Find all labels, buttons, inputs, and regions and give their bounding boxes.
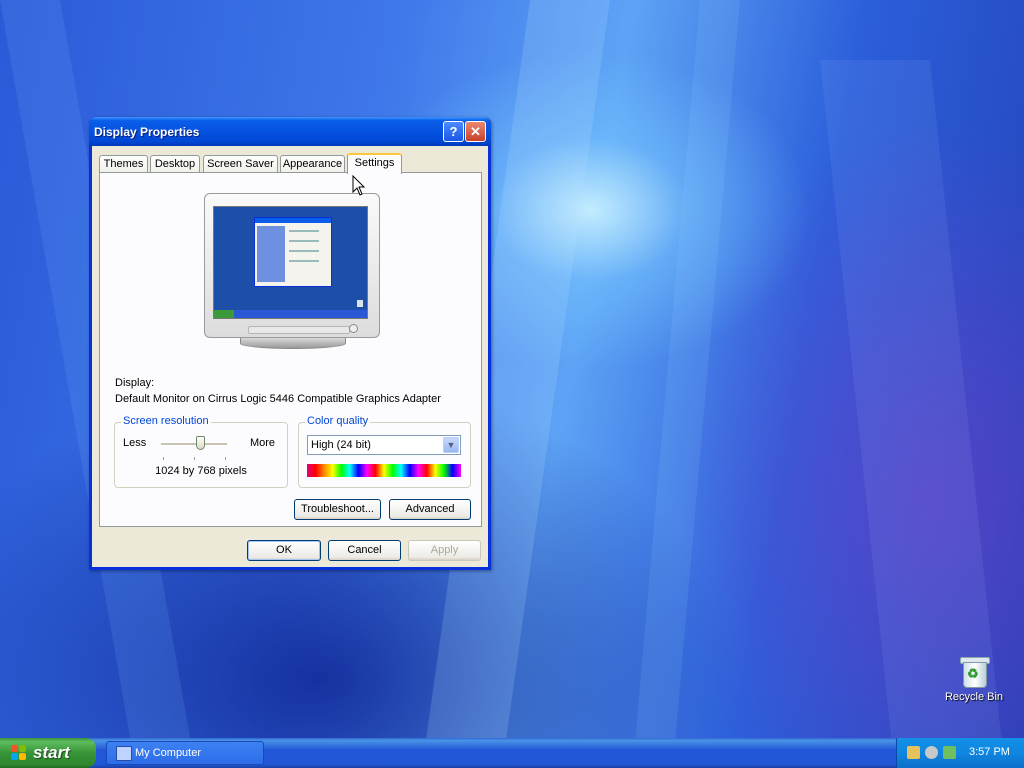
cancel-button[interactable]: Cancel xyxy=(328,540,401,561)
taskbar: start My Computer 3:57 PM xyxy=(0,738,1024,768)
color-quality-value: High (24 bit) xyxy=(311,439,371,451)
color-quality-select[interactable]: High (24 bit) ▼ xyxy=(307,435,461,455)
settings-panel: Display: Default Monitor on Cirrus Logic… xyxy=(99,172,482,527)
window-title: Display Properties xyxy=(94,125,200,139)
wallpaper-streak xyxy=(820,60,1004,738)
apply-button: Apply xyxy=(408,540,481,561)
window-titlebar[interactable]: Display Properties ? ✕ xyxy=(89,117,491,146)
tab-screen-saver[interactable]: Screen Saver xyxy=(203,155,278,173)
chevron-down-icon[interactable]: ▼ xyxy=(443,437,459,453)
system-tray: 3:57 PM xyxy=(896,738,1024,768)
resolution-value: 1024 by 768 pixels xyxy=(155,465,247,477)
tab-settings[interactable]: Settings xyxy=(347,153,402,174)
color-quality-title: Color quality xyxy=(305,415,371,427)
resolution-slider-thumb[interactable] xyxy=(195,436,205,450)
resolution-more-label: More xyxy=(249,437,275,449)
tray-volume-icon[interactable] xyxy=(925,746,938,759)
advanced-button[interactable]: Advanced xyxy=(389,499,471,520)
taskbar-clock[interactable]: 3:57 PM xyxy=(969,746,1010,758)
wallpaper-streak xyxy=(635,0,740,738)
taskbar-item-label: My Computer xyxy=(135,747,202,759)
troubleshoot-button[interactable]: Troubleshoot... xyxy=(294,499,381,520)
recycle-bin-icon: ♻ xyxy=(960,655,990,688)
ok-button[interactable]: OK xyxy=(247,540,321,561)
display-properties-window: Display Properties ? ✕ Themes Desktop Sc… xyxy=(89,117,491,570)
tab-appearance[interactable]: Appearance xyxy=(280,155,345,173)
color-spectrum-preview xyxy=(307,464,461,477)
resolution-less-label: Less xyxy=(123,437,147,449)
screen-resolution-group: Screen resolution Less More 1024 by 768 … xyxy=(114,415,288,488)
windows-flag-icon xyxy=(11,745,28,761)
recycle-bin-label: Recycle Bin xyxy=(944,691,1004,703)
close-icon[interactable]: ✕ xyxy=(465,121,486,142)
start-button[interactable]: start xyxy=(0,738,96,768)
taskbar-item-my-computer[interactable]: My Computer xyxy=(106,741,264,765)
start-label: start xyxy=(33,743,70,762)
color-quality-group: Color quality High (24 bit) ▼ xyxy=(298,415,471,488)
tab-desktop[interactable]: Desktop xyxy=(150,155,200,173)
display-adapter-name: Default Monitor on Cirrus Logic 5446 Com… xyxy=(115,393,441,405)
resolution-slider-track[interactable] xyxy=(161,443,227,446)
my-computer-icon xyxy=(116,746,132,761)
screen-resolution-title: Screen resolution xyxy=(121,415,211,427)
help-icon[interactable]: ? xyxy=(443,121,464,142)
dialog-client-area: Themes Desktop Screen Saver Appearance S… xyxy=(92,146,488,567)
tray-network-icon[interactable] xyxy=(943,746,956,759)
monitor-preview xyxy=(204,193,380,349)
tray-security-icon[interactable] xyxy=(907,746,920,759)
tab-themes[interactable]: Themes xyxy=(99,155,148,173)
display-label: Display: xyxy=(115,377,155,389)
monitor-preview-screen xyxy=(213,206,368,319)
recycle-bin-shortcut[interactable]: ♻ Recycle Bin xyxy=(938,655,1010,703)
